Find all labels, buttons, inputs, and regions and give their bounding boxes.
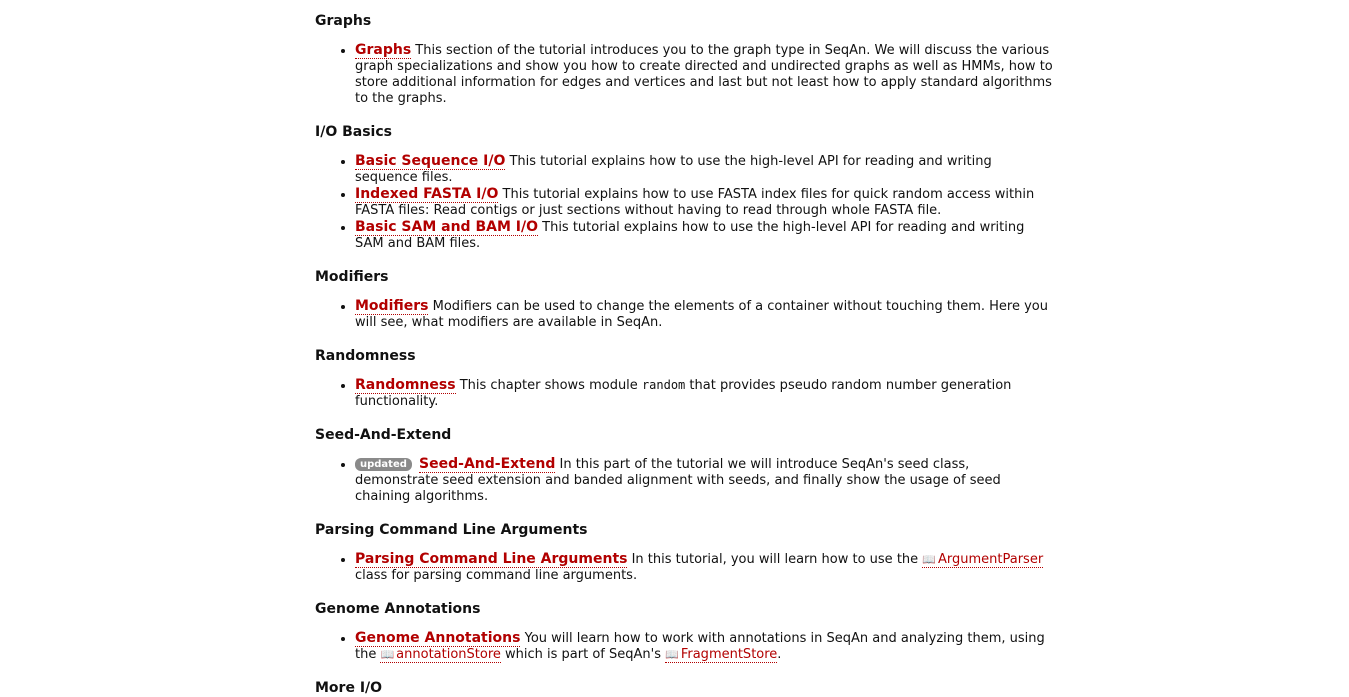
section-list-genome-annotations: Genome Annotations You will learn how to… xyxy=(315,630,1055,663)
section-title-more-io: More I/O xyxy=(315,680,383,696)
link-graphs[interactable]: Graphs xyxy=(355,42,412,59)
link-seed-and-extend[interactable]: Seed-And-Extend xyxy=(419,456,556,473)
list-item: Indexed FASTA I/O This tutorial explains… xyxy=(355,186,1055,219)
link-genome-annotations[interactable]: Genome Annotations xyxy=(355,630,521,647)
list-item: updated Seed-And-Extend In this part of … xyxy=(355,456,1055,505)
link-basic-sequence-io[interactable]: Basic Sequence I/O xyxy=(355,153,506,170)
link-modifiers[interactable]: Modifiers xyxy=(355,298,429,315)
book-icon: 📖 xyxy=(665,648,679,661)
code-random: random xyxy=(641,378,686,392)
tutorial-content: Graphs Graphs This section of the tutori… xyxy=(315,12,1055,697)
annotationstore-ref-link[interactable]: 📖 annotationStore xyxy=(380,647,501,663)
section-title-io-basics: I/O Basics xyxy=(315,124,392,140)
list-item: Modifiers Modifiers can be used to chang… xyxy=(355,298,1055,331)
item-description: Modifiers can be used to change the elem… xyxy=(355,299,1049,330)
list-item: Graphs This section of the tutorial intr… xyxy=(355,42,1055,107)
list-item: Basic Sequence I/O This tutorial explain… xyxy=(355,153,1055,186)
ref-label: ArgumentParser xyxy=(937,552,1044,567)
book-icon: 📖 xyxy=(922,553,936,566)
section-list-graphs: Graphs This section of the tutorial intr… xyxy=(315,42,1055,107)
link-basic-sam-bam-io[interactable]: Basic SAM and BAM I/O xyxy=(355,219,538,236)
section-title-randomness: Randomness xyxy=(315,348,416,364)
item-description: This section of the tutorial introduces … xyxy=(355,43,1053,106)
link-indexed-fasta-io[interactable]: Indexed FASTA I/O xyxy=(355,186,499,203)
list-item: Randomness This chapter shows module ran… xyxy=(355,377,1055,410)
item-description: class for parsing command line arguments… xyxy=(355,568,638,583)
link-parsing-cli[interactable]: Parsing Command Line Arguments xyxy=(355,551,628,568)
book-icon: 📖 xyxy=(380,648,395,661)
section-list-seed-and-extend: updated Seed-And-Extend In this part of … xyxy=(315,456,1055,505)
link-randomness[interactable]: Randomness xyxy=(355,377,456,394)
section-title-modifiers: Modifiers xyxy=(315,269,389,285)
ref-label: FragmentStore xyxy=(680,647,778,662)
list-item: Basic SAM and BAM I/O This tutorial expl… xyxy=(355,219,1055,252)
argumentparser-ref-link[interactable]: 📖 ArgumentParser xyxy=(922,552,1044,568)
item-description: which is part of SeqAn's xyxy=(500,647,666,662)
item-description: In this tutorial, you will learn how to … xyxy=(627,552,923,567)
section-list-parsing-cli: Parsing Command Line Arguments In this t… xyxy=(315,551,1055,584)
item-description: . xyxy=(777,647,782,662)
fragmentstore-ref-link[interactable]: 📖 FragmentStore xyxy=(665,647,778,663)
section-title-seed-and-extend: Seed-And-Extend xyxy=(315,427,452,443)
list-item: Genome Annotations You will learn how to… xyxy=(355,630,1055,663)
item-description: This chapter shows module xyxy=(455,378,642,393)
list-item: Parsing Command Line Arguments In this t… xyxy=(355,551,1055,584)
section-list-modifiers: Modifiers Modifiers can be used to chang… xyxy=(315,298,1055,331)
ref-label: annotationStore xyxy=(396,647,501,662)
section-title-genome-annotations: Genome Annotations xyxy=(315,601,481,617)
section-title-graphs: Graphs xyxy=(315,13,372,29)
section-title-parsing-cli: Parsing Command Line Arguments xyxy=(315,522,588,538)
updated-badge: updated xyxy=(355,458,412,471)
section-list-randomness: Randomness This chapter shows module ran… xyxy=(315,377,1055,410)
section-list-io-basics: Basic Sequence I/O This tutorial explain… xyxy=(315,153,1055,252)
